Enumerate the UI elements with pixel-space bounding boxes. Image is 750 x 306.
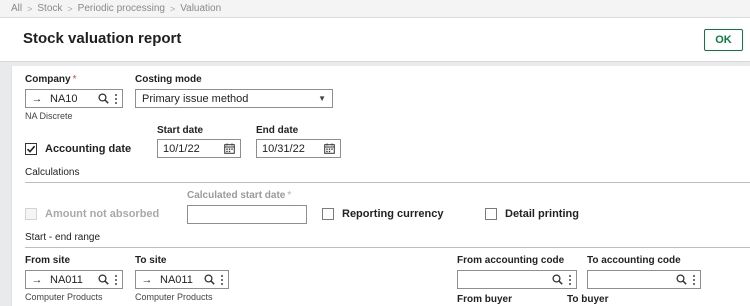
calculated-start-date-label: Calculated start date * bbox=[187, 190, 291, 201]
section-divider bbox=[25, 247, 750, 248]
calendar-icon[interactable] bbox=[324, 143, 335, 154]
range-section-title: Start - end range bbox=[25, 232, 101, 243]
accounting-date-checkbox[interactable] bbox=[25, 143, 37, 155]
page-title: Stock valuation report bbox=[23, 30, 182, 47]
search-icon[interactable] bbox=[204, 274, 215, 285]
from-accounting-code-label: From accounting code bbox=[457, 255, 565, 266]
end-date-field[interactable]: 10/31/22 bbox=[256, 139, 341, 158]
from-buyer-label: From buyer bbox=[457, 294, 513, 305]
company-value: NA10 bbox=[50, 92, 78, 105]
caret-down-icon[interactable]: ▼ bbox=[318, 94, 326, 103]
to-accounting-code-label: To accounting code bbox=[587, 255, 681, 266]
costing-mode-value: Primary issue method bbox=[142, 92, 249, 105]
end-date-label: End date bbox=[256, 125, 299, 136]
breadcrumb-item-valuation: Valuation bbox=[180, 3, 222, 14]
breadcrumb-separator: > bbox=[169, 3, 176, 14]
breadcrumb-separator: > bbox=[67, 3, 73, 14]
kebab-menu-icon[interactable] bbox=[568, 274, 571, 285]
breadcrumb: All > Stock > Periodic processing > Valu… bbox=[0, 0, 750, 18]
to-site-description: Computer Products bbox=[135, 292, 213, 302]
calendar-icon[interactable] bbox=[224, 143, 235, 154]
from-site-description: Computer Products bbox=[25, 292, 103, 302]
detail-printing-label: Detail printing bbox=[505, 208, 579, 220]
accounting-date-label: Accounting date bbox=[45, 143, 132, 155]
arrow-right-icon[interactable]: → bbox=[30, 274, 44, 286]
breadcrumb-item-stock[interactable]: Stock bbox=[37, 3, 62, 14]
kebab-menu-icon[interactable] bbox=[114, 93, 117, 104]
kebab-menu-icon[interactable] bbox=[692, 274, 695, 285]
ok-button[interactable]: OK bbox=[704, 29, 743, 51]
costing-mode-select[interactable]: Primary issue method ▼ bbox=[135, 89, 333, 108]
to-site-field[interactable]: → NA011 bbox=[135, 270, 229, 289]
form-panel: Company * → NA10 NA Discrete Costing mode… bbox=[11, 66, 750, 306]
reporting-currency-label: Reporting currency bbox=[342, 208, 444, 220]
calculated-start-date-input[interactable] bbox=[187, 205, 307, 224]
amount-not-absorbed-label: Amount not absorbed bbox=[45, 208, 160, 220]
section-divider bbox=[25, 182, 750, 183]
to-accounting-code-field[interactable] bbox=[587, 270, 701, 289]
search-icon[interactable] bbox=[98, 274, 109, 285]
company-label-text: Company bbox=[25, 74, 71, 85]
calculated-start-date-label-text: Calculated start date bbox=[187, 190, 286, 201]
reporting-currency-checkbox[interactable] bbox=[322, 208, 334, 220]
to-buyer-label: To buyer bbox=[567, 294, 609, 305]
kebab-menu-icon[interactable] bbox=[220, 274, 223, 285]
end-date-value: 10/31/22 bbox=[262, 142, 305, 155]
required-mark: * bbox=[287, 190, 292, 201]
company-label: Company * bbox=[25, 74, 76, 85]
calculations-section-title: Calculations bbox=[25, 167, 80, 178]
start-date-field[interactable]: 10/1/22 bbox=[157, 139, 241, 158]
company-description: NA Discrete bbox=[25, 111, 73, 121]
arrow-right-icon[interactable]: → bbox=[140, 274, 154, 286]
from-site-value: NA011 bbox=[50, 273, 83, 286]
to-site-label: To site bbox=[135, 255, 167, 266]
search-icon[interactable] bbox=[98, 93, 109, 104]
from-site-field[interactable]: → NA011 bbox=[25, 270, 123, 289]
start-date-value: 10/1/22 bbox=[163, 142, 200, 155]
kebab-menu-icon[interactable] bbox=[114, 274, 117, 285]
amount-not-absorbed-checkbox[interactable] bbox=[25, 208, 37, 220]
company-field[interactable]: → NA10 bbox=[25, 89, 123, 108]
required-mark: * bbox=[72, 74, 77, 85]
page-header: Stock valuation report OK bbox=[0, 18, 750, 62]
to-site-value: NA011 bbox=[160, 273, 193, 286]
detail-printing-checkbox[interactable] bbox=[485, 208, 497, 220]
arrow-right-icon[interactable]: → bbox=[30, 93, 44, 105]
breadcrumb-separator: > bbox=[27, 3, 33, 14]
search-icon[interactable] bbox=[552, 274, 563, 285]
checkmark-icon bbox=[26, 145, 36, 153]
start-date-label: Start date bbox=[157, 125, 204, 136]
from-accounting-code-field[interactable] bbox=[457, 270, 577, 289]
from-site-label: From site bbox=[25, 255, 71, 266]
costing-mode-label: Costing mode bbox=[135, 74, 202, 85]
breadcrumb-item-periodic-processing[interactable]: Periodic processing bbox=[78, 3, 165, 14]
breadcrumb-item-all[interactable]: All bbox=[11, 3, 22, 14]
search-icon[interactable] bbox=[676, 274, 687, 285]
